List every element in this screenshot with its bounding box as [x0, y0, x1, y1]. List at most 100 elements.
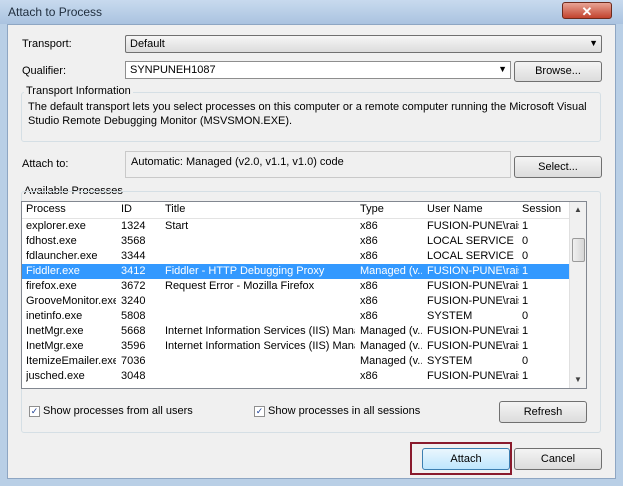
- cell-type: Managed (v...: [360, 355, 422, 367]
- attach-to-value: Automatic: Managed (v2.0, v1.1, v1.0) co…: [125, 151, 511, 178]
- cell-user-name: FUSION-PUNE\raisk: [427, 220, 519, 232]
- table-row[interactable]: jusched.exe 3048 x86 FUSION-PUNE\raisk 1: [22, 369, 586, 384]
- table-row[interactable]: explorer.exe 1324 Start x86 FUSION-PUNE\rais…: [22, 219, 586, 234]
- cell-process: fdlauncher.exe: [26, 250, 98, 262]
- table-row[interactable]: InetMgr.exe 3596 Internet Information Serv…: [22, 339, 586, 354]
- chevron-down-icon: ▼: [589, 38, 598, 48]
- cell-id: 3596: [121, 340, 146, 352]
- cell-process: fdhost.exe: [26, 235, 77, 247]
- cell-process: InetMgr.exe: [26, 340, 84, 352]
- close-button[interactable]: ✕: [562, 2, 612, 19]
- column-user-name[interactable]: User Name: [427, 202, 519, 217]
- table-row[interactable]: [22, 384, 586, 388]
- cell-user-name: FUSION-PUNE\raisk: [427, 370, 519, 382]
- cell-id: 3672: [121, 280, 146, 292]
- cell-session: 1: [522, 325, 529, 337]
- refresh-button[interactable]: Refresh: [499, 401, 587, 423]
- show-all-users-label[interactable]: Show processes from all users: [43, 405, 193, 417]
- table-row[interactable]: fdlauncher.exe 3344 x86 LOCAL SERVICE 0: [22, 249, 586, 264]
- cell-id: 5668: [121, 325, 146, 337]
- cell-type: x86: [360, 370, 378, 382]
- cell-type: Managed (v...: [360, 265, 422, 277]
- qualifier-value: SYNPUNEH1087: [130, 64, 216, 76]
- process-list[interactable]: Process ID Title Type User Name Session …: [21, 201, 587, 389]
- cell-user-name: LOCAL SERVICE: [427, 250, 514, 262]
- cell-process: ItemizeEmailer.exe: [26, 355, 116, 367]
- cell-user-name: FUSION-PUNE\raisk: [427, 325, 519, 337]
- table-row[interactable]: InetMgr.exe 5668 Internet Information Serv…: [22, 324, 586, 339]
- table-row[interactable]: fdhost.exe 3568 x86 LOCAL SERVICE 0: [22, 234, 586, 249]
- cell-user-name: FUSION-PUNE\raisk: [427, 295, 519, 307]
- cell-session: 1: [522, 220, 529, 232]
- browse-button[interactable]: Browse...: [514, 61, 602, 82]
- attach-button[interactable]: Attach: [422, 448, 510, 470]
- window-title: Attach to Process: [8, 5, 103, 19]
- cell-title: Internet Information Services (IIS) Mana…: [165, 340, 355, 352]
- transport-dropdown[interactable]: Default ▼: [125, 35, 602, 53]
- process-list-scrollbar[interactable]: ▲ ▼: [569, 202, 586, 388]
- qualifier-combo[interactable]: SYNPUNEH1087 ▼: [125, 61, 511, 79]
- cell-type: x86: [360, 280, 378, 292]
- cell-user-name: SYSTEM: [427, 355, 473, 367]
- cell-session: 0: [522, 250, 529, 262]
- column-id[interactable]: ID: [121, 202, 161, 217]
- cell-id: 7036: [121, 355, 146, 367]
- cell-title: Request Error - Mozilla Firefox: [165, 280, 315, 292]
- cell-title: Internet Information Services (IIS) Mana…: [165, 325, 355, 337]
- show-all-sessions-label[interactable]: Show processes in all sessions: [268, 405, 420, 417]
- cell-type: x86: [360, 310, 378, 322]
- table-row[interactable]: firefox.exe 3672 Request Error - Mozilla F…: [22, 279, 586, 294]
- transport-info-heading: Transport Information: [24, 85, 133, 97]
- cell-id: 3344: [121, 250, 146, 262]
- cell-id: 3568: [121, 235, 146, 247]
- cell-session: 1: [522, 265, 529, 277]
- cell-session: 0: [522, 310, 529, 322]
- table-row[interactable]: GrooveMonitor.exe 3240 x86 FUSION-PUNE\rais…: [22, 294, 586, 309]
- process-rows: explorer.exe 1324 Start x86 FUSION-PUNE\rais…: [22, 219, 586, 388]
- cell-id: 5808: [121, 310, 146, 322]
- column-session[interactable]: Session: [522, 202, 562, 217]
- cell-id: 3240: [121, 295, 146, 307]
- select-button[interactable]: Select...: [514, 156, 602, 178]
- scroll-down-icon[interactable]: ▼: [570, 372, 586, 388]
- table-row[interactable]: inetinfo.exe 5808 x86 SYSTEM 0: [22, 309, 586, 324]
- cell-user-name: SYSTEM: [427, 310, 473, 322]
- cell-type: x86: [360, 295, 378, 307]
- scroll-up-icon[interactable]: ▲: [570, 202, 586, 218]
- cell-process: GrooveMonitor.exe: [26, 295, 116, 307]
- cell-type: x86: [360, 250, 378, 262]
- cell-session: 0: [522, 235, 529, 247]
- cell-process: inetinfo.exe: [26, 310, 83, 322]
- table-row[interactable]: ItemizeEmailer.exe 7036 Managed (v... SYSTE…: [22, 354, 586, 369]
- cell-session: 1: [522, 295, 529, 307]
- table-row[interactable]: Fiddler.exe 3412 Fiddler - HTTP Debugging …: [22, 264, 586, 279]
- title-bar: Attach to Process ✕: [0, 0, 623, 24]
- cell-session: 1: [522, 370, 529, 382]
- show-all-users-checkbox[interactable]: ✓: [29, 406, 40, 417]
- cell-process: Fiddler.exe: [26, 265, 80, 277]
- cell-type: Managed (v...: [360, 340, 422, 352]
- cell-title: Fiddler - HTTP Debugging Proxy: [165, 265, 325, 277]
- cell-user-name: FUSION-PUNE\raisk: [427, 340, 519, 352]
- cell-process: explorer.exe: [26, 220, 86, 232]
- cell-session: 1: [522, 340, 529, 352]
- cell-user-name: FUSION-PUNE\raisk: [427, 265, 519, 277]
- scroll-thumb[interactable]: [572, 238, 585, 262]
- cell-title: Start: [165, 220, 189, 232]
- cell-type: x86: [360, 235, 378, 247]
- cell-type: Managed (v...: [360, 325, 422, 337]
- transport-value: Default: [130, 38, 165, 50]
- column-process[interactable]: Process: [26, 202, 116, 217]
- chevron-down-icon[interactable]: ▼: [498, 62, 507, 77]
- cell-user-name: LOCAL SERVICE: [427, 235, 514, 247]
- transport-info-text: The default transport lets you select pr…: [28, 101, 587, 127]
- process-list-header: Process ID Title Type User Name Session: [22, 202, 586, 219]
- show-all-sessions-checkbox[interactable]: ✓: [254, 406, 265, 417]
- attach-to-label: Attach to:: [22, 158, 69, 170]
- qualifier-label: Qualifier:: [22, 65, 67, 77]
- column-type[interactable]: Type: [360, 202, 422, 217]
- cell-process: jusched.exe: [26, 370, 85, 382]
- cell-type: x86: [360, 220, 378, 232]
- column-title[interactable]: Title: [165, 202, 355, 217]
- cancel-button[interactable]: Cancel: [514, 448, 602, 470]
